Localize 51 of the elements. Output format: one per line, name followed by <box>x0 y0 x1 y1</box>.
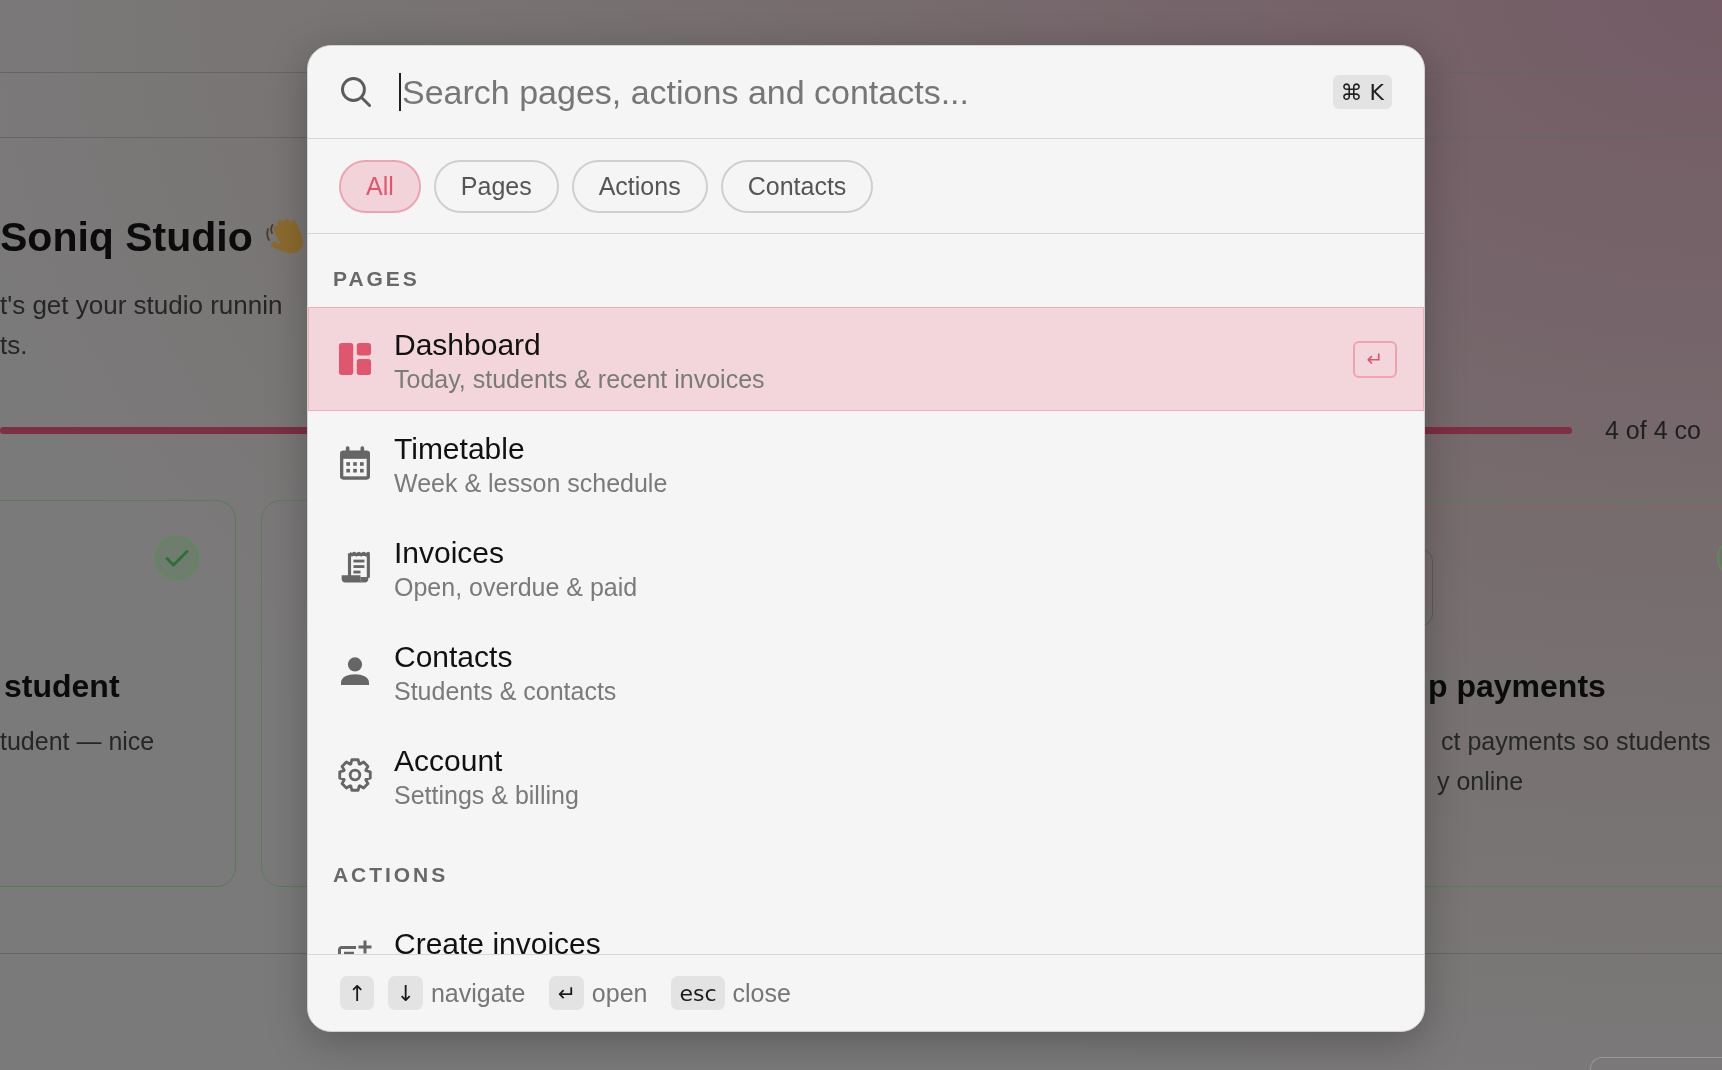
card-description: y online <box>1437 766 1524 797</box>
progress-label: 4 of 4 co <box>1605 415 1701 445</box>
filter-chip[interactable]: Actions <box>571 159 708 213</box>
item-description: Open, overdue & paid <box>394 572 638 603</box>
command-item[interactable]: Account Settings & billing <box>308 723 1424 827</box>
item-description: Today, students & recent invoices <box>394 364 765 395</box>
page-heading: Soniq Studio <box>0 213 253 262</box>
card-description: tudent — nice <box>0 726 155 757</box>
item-description: Students & contacts <box>394 676 617 707</box>
key-cap: ↑ <box>340 976 375 1010</box>
person-icon <box>341 657 369 685</box>
item-title: Account <box>394 743 503 779</box>
command-item[interactable]: Contacts Students & contacts <box>308 619 1424 723</box>
command-item[interactable]: Dashboard Today, students & recent invoices ↵ <box>308 307 1424 411</box>
action-button[interactable] <box>1590 1057 1722 1070</box>
card-title: p payments <box>1428 667 1606 706</box>
key-cap: ↓ <box>388 976 423 1010</box>
calendar-icon <box>340 446 370 480</box>
search-field[interactable]: Search pages, actions and contacts... <box>402 70 1317 114</box>
item-description: Settings & billing <box>394 780 579 811</box>
card-description: ct payments so students <box>1441 726 1711 757</box>
section-heading: PAGES <box>333 267 420 291</box>
intro-text: t's get your studio runnin <box>0 289 283 322</box>
item-title: Contacts <box>394 639 513 675</box>
search-icon <box>341 77 371 107</box>
check-circle-icon <box>155 536 199 580</box>
hint-label: close <box>732 978 791 1008</box>
command-item[interactable]: Create invoices <box>308 930 1424 954</box>
key-cap: ↵ <box>549 976 584 1010</box>
item-title: Create invoices <box>394 931 601 954</box>
gear-icon <box>338 758 372 792</box>
item-description: Week & lesson schedule <box>394 468 668 499</box>
filter-chip[interactable]: Pages <box>433 159 559 213</box>
text-cursor <box>399 73 401 111</box>
command-item[interactable]: Timetable Week & lesson schedule <box>308 411 1424 515</box>
enter-key-hint: ↵ <box>1353 340 1397 378</box>
card-title: student <box>4 667 120 706</box>
item-title: Timetable <box>394 431 525 467</box>
command-item[interactable]: Invoices Open, overdue & paid <box>308 515 1424 619</box>
key-cap: esc <box>671 976 725 1010</box>
item-title: Dashboard <box>394 327 541 363</box>
item-title: Invoices <box>394 535 505 571</box>
hint-label: open <box>591 978 648 1008</box>
receipt-icon <box>340 550 370 584</box>
shortcut-key: ⌘ K <box>1332 75 1392 109</box>
list-plus-icon <box>338 940 372 954</box>
hint-label: navigate <box>430 978 526 1008</box>
section-heading: ACTIONS <box>333 863 449 887</box>
filter-chip[interactable]: Contacts <box>720 159 874 213</box>
intro-text: ts. <box>0 329 28 362</box>
dashboard-icon <box>339 343 371 375</box>
